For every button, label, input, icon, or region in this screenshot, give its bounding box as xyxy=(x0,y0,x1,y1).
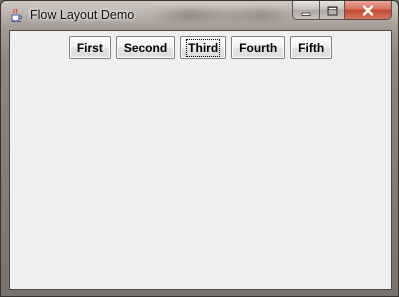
minimize-icon xyxy=(301,1,311,20)
second-button-label: Second xyxy=(123,40,168,55)
fourth-button-label: Fourth xyxy=(239,40,278,55)
third-button-label: Third xyxy=(186,38,221,57)
window-controls xyxy=(292,1,392,21)
flow-panel: First Second Third Fourth Fifth xyxy=(10,36,391,59)
fifth-button[interactable]: Fifth xyxy=(290,36,333,59)
fourth-button[interactable]: Fourth xyxy=(231,36,286,59)
background-blur xyxy=(151,9,301,21)
fifth-button-label: Fifth xyxy=(298,40,325,55)
maximize-icon xyxy=(327,1,338,20)
close-icon xyxy=(362,1,374,20)
minimize-button[interactable] xyxy=(292,1,319,20)
close-button[interactable] xyxy=(345,1,392,20)
window-title: Flow Layout Demo xyxy=(30,8,135,22)
title-bar[interactable]: Flow Layout Demo xyxy=(1,1,398,29)
third-button[interactable]: Third xyxy=(180,36,227,59)
first-button[interactable]: First xyxy=(68,36,111,59)
first-button-label: First xyxy=(76,40,103,55)
java-cup-icon[interactable] xyxy=(8,7,24,23)
maximize-button[interactable] xyxy=(319,1,345,20)
app-window: Flow Layout Demo First Second Third Four… xyxy=(0,0,399,297)
second-button[interactable]: Second xyxy=(115,36,176,59)
content-pane: First Second Third Fourth Fifth xyxy=(9,30,392,290)
